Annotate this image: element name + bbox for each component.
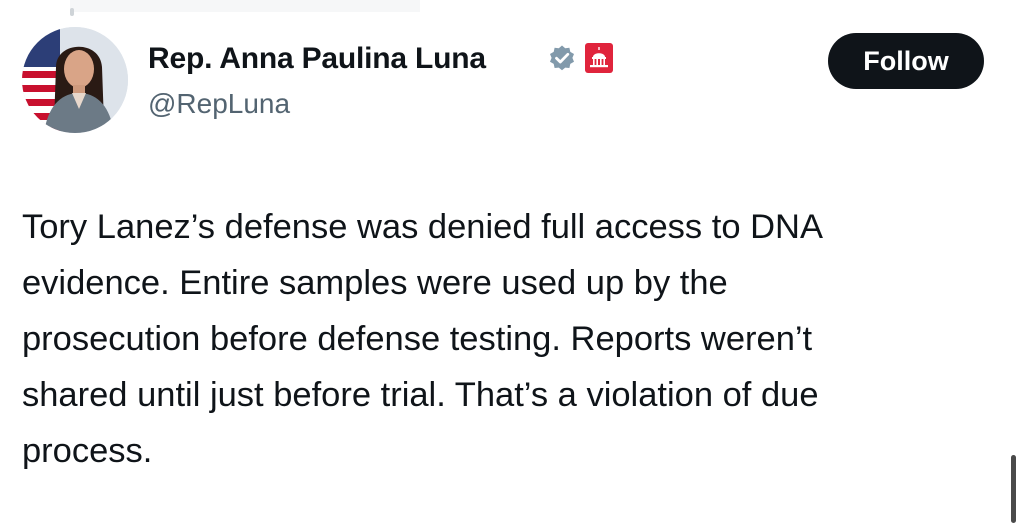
- post-text: Tory Lanez’s defense was denied full acc…: [22, 208, 823, 470]
- top-divider: [70, 0, 420, 12]
- avatar-image: [22, 27, 128, 133]
- author-handle[interactable]: @RepLuna: [148, 88, 290, 120]
- top-indicator: [70, 8, 74, 16]
- follow-button[interactable]: Follow: [828, 33, 984, 89]
- verified-badge-icon[interactable]: [548, 44, 576, 77]
- capitol-dome-badge-icon[interactable]: [584, 42, 614, 79]
- scrollbar[interactable]: [1011, 455, 1016, 523]
- author-badges: [548, 42, 614, 79]
- author-display-name[interactable]: Rep. Anna Paulina Luna: [148, 42, 486, 76]
- avatar[interactable]: [22, 27, 128, 133]
